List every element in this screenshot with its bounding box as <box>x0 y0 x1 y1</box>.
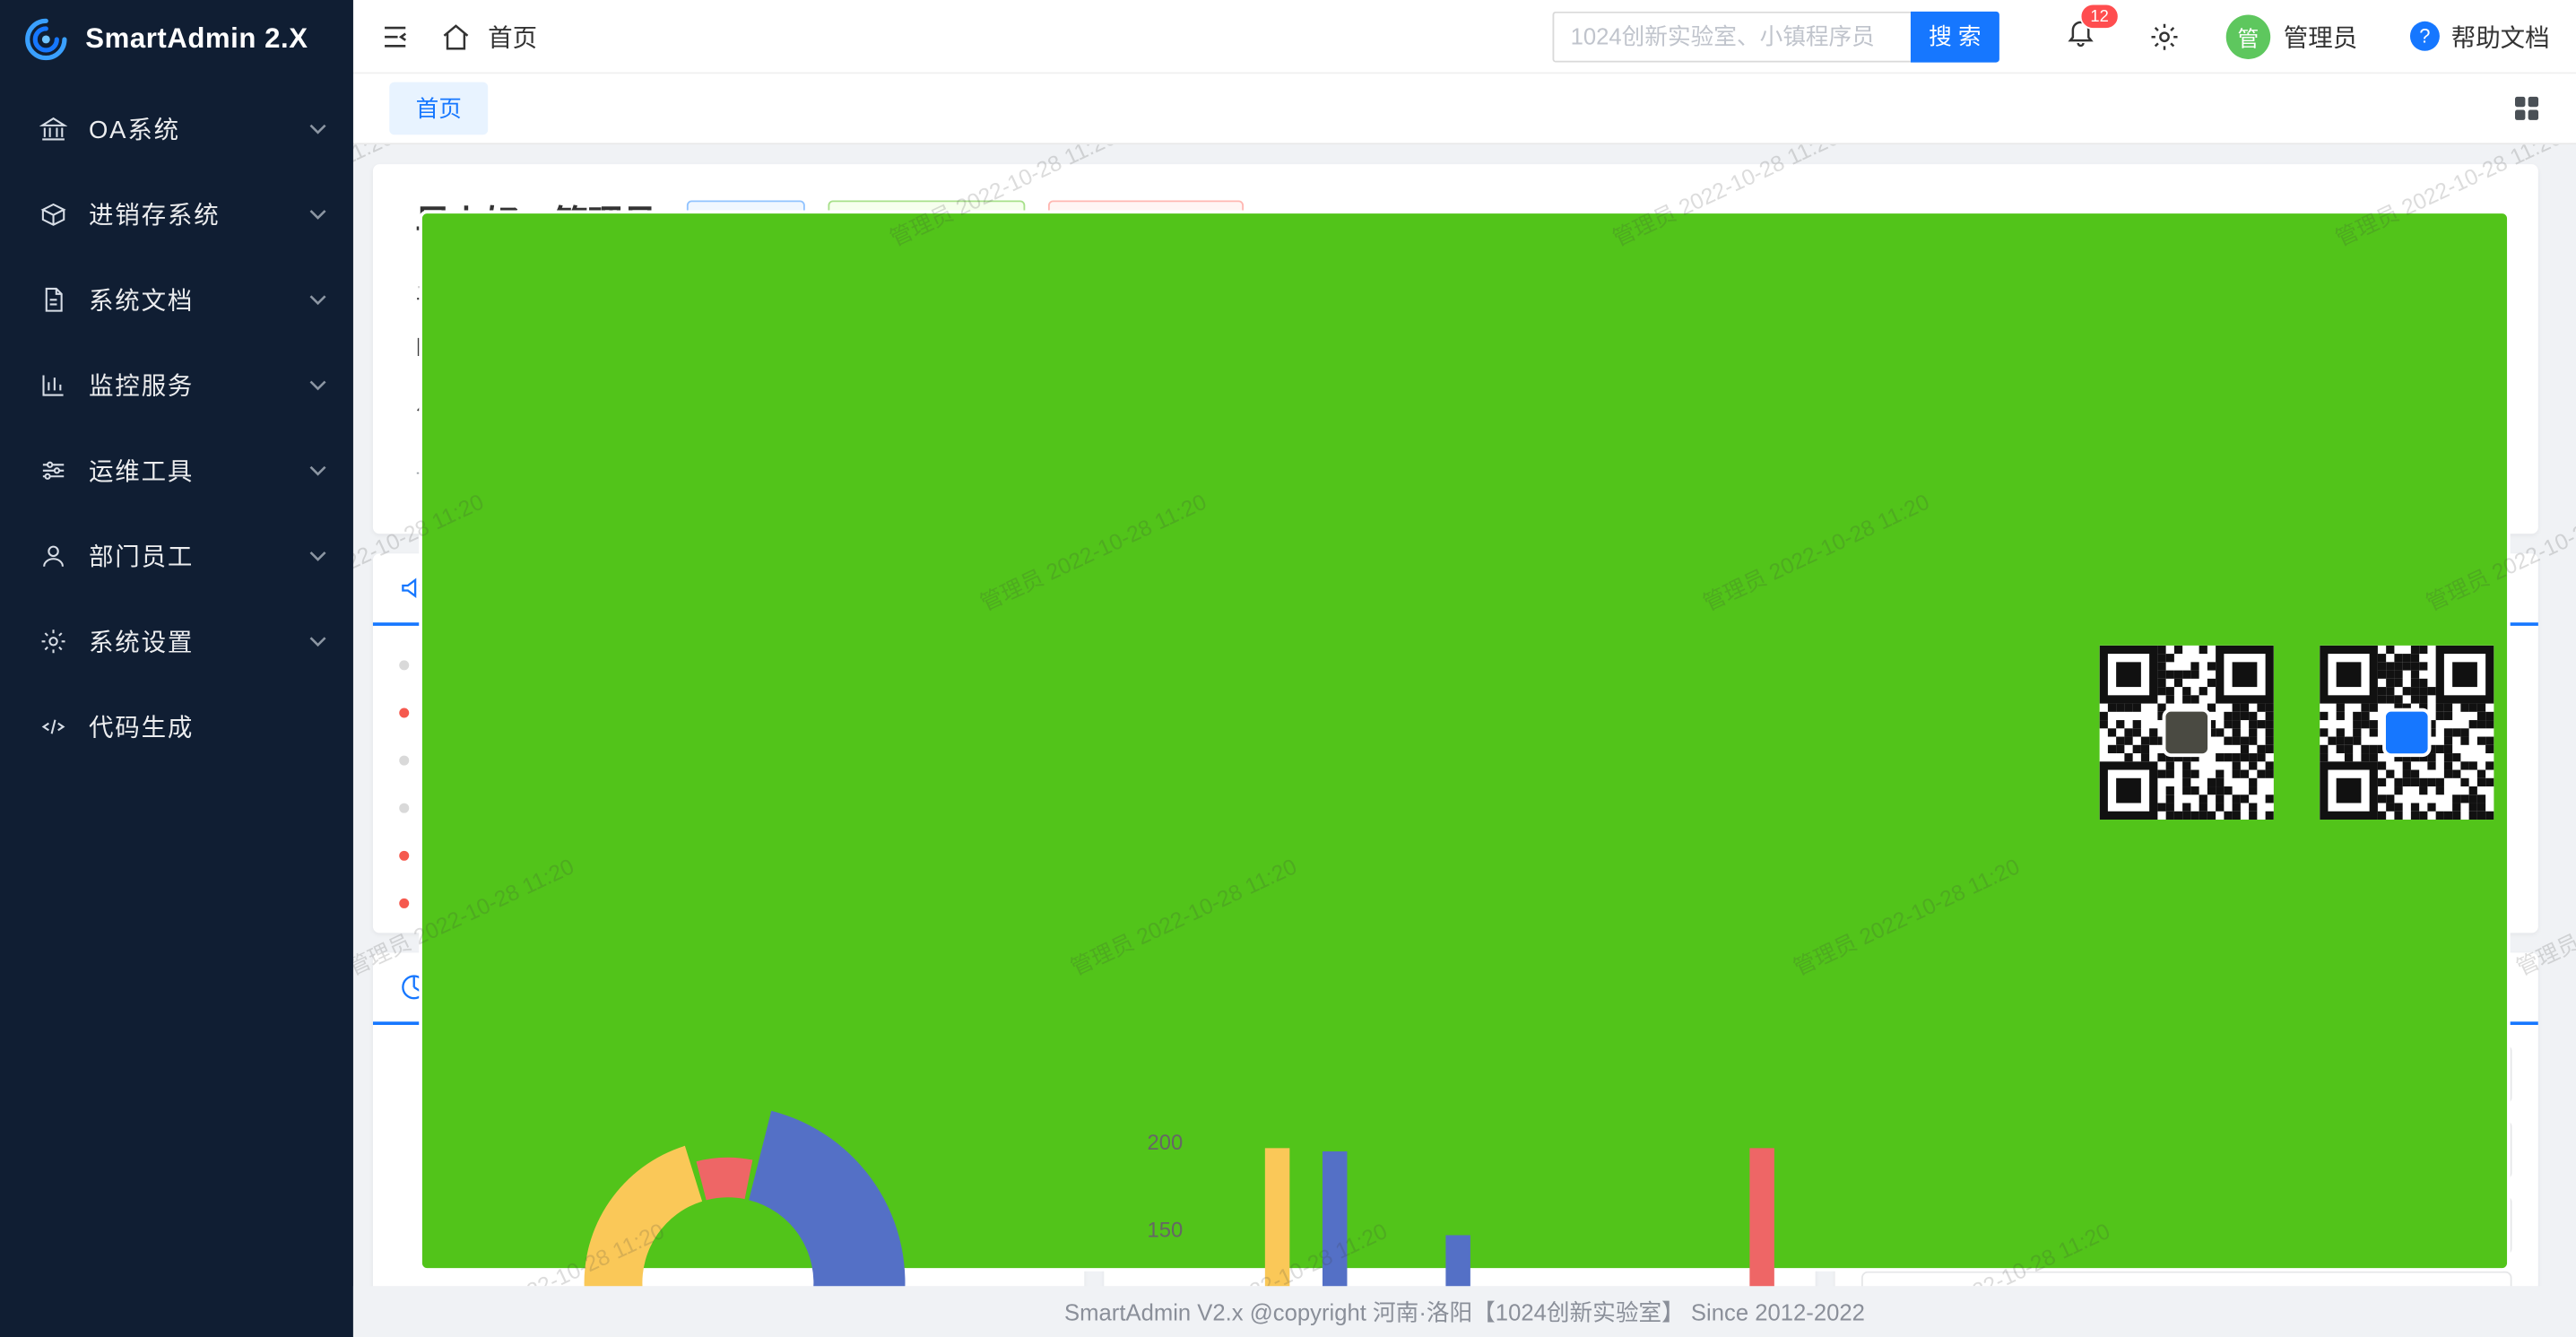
monitor-chart-icon <box>39 370 67 398</box>
chevron-down-icon <box>308 464 326 475</box>
chevron-down-icon <box>308 550 326 561</box>
chevron-down-icon <box>308 635 326 647</box>
sidebar-item-codegen[interactable]: 代码生成 <box>0 683 353 768</box>
breadcrumb[interactable]: 首页 <box>488 19 537 53</box>
logo-icon <box>22 14 71 64</box>
sidebar-item-oa[interactable]: OA系统 <box>0 85 353 170</box>
team-icon <box>39 542 67 569</box>
notification-badge: 12 <box>2080 4 2120 30</box>
sidebar-item-monitor[interactable]: 监控服务 <box>0 342 353 427</box>
code-icon <box>39 712 67 740</box>
topbar: 首页 搜 索 12 管 管理员 帮助文档 <box>353 0 2576 74</box>
chevron-down-icon <box>308 293 326 305</box>
topbar-right: 搜 索 12 管 管理员 帮助文档 <box>1552 11 2576 62</box>
tabbar: 首页 <box>353 74 2576 144</box>
y-axis-tick: 150 <box>1133 1217 1183 1241</box>
qr-code <box>2100 646 2274 820</box>
avatar: 管 <box>2226 14 2270 58</box>
tab-home[interactable]: 首页 <box>389 82 488 135</box>
help-docs[interactable]: 帮助文档 <box>2410 19 2550 53</box>
search-input[interactable] <box>1552 11 1910 62</box>
notifications[interactable]: 12 <box>2065 16 2096 56</box>
inventory-box-icon <box>39 200 67 228</box>
chevron-down-icon <box>308 378 326 390</box>
logo: SmartAdmin 2.X <box>0 0 353 79</box>
chevron-down-icon <box>308 122 326 134</box>
sidebar-item-ops[interactable]: 运维工具 <box>0 427 353 512</box>
chevron-down-icon <box>308 208 326 220</box>
bank-icon <box>39 114 67 142</box>
search-button[interactable]: 搜 索 <box>1911 11 1999 62</box>
sidebar-item-employees[interactable]: 部门员工 <box>0 512 353 597</box>
gear-icon[interactable] <box>2149 21 2181 52</box>
main-content: 早上好，管理员 努力工作 主动 / 皮实 / 可靠 自省 / 精进 / 创新 2… <box>353 144 2576 1337</box>
wechat-card: 添加微信，关注【小镇程序员】、【1024创新实验室】 卓大的微信号! 骚扰卓大 … <box>1835 553 2538 933</box>
global-search: 搜 索 <box>1552 11 1999 62</box>
qr-block-zhuoda: 卓大的微信号! 骚扰卓大 :) <box>1861 646 2072 905</box>
menu-fold-icon[interactable] <box>379 21 411 52</box>
sidebar-item-docs[interactable]: 系统文档 <box>0 256 353 342</box>
question-icon <box>2410 22 2440 51</box>
footer: SmartAdmin V2.x @copyright 河南·洛阳【1024创新实… <box>353 1286 2576 1337</box>
tools-icon <box>39 456 67 483</box>
sidebar-item-inventory[interactable]: 进销存系统 <box>0 170 353 256</box>
home-icon[interactable] <box>440 21 472 52</box>
document-icon <box>39 285 67 313</box>
qr-code <box>2320 646 2494 820</box>
app-window: SmartAdmin 2.X OA系统 进销存系统 系统文档 监控服务 <box>0 0 2576 1337</box>
sidebar: SmartAdmin 2.X OA系统 进销存系统 系统文档 监控服务 <box>0 0 353 1337</box>
user-menu[interactable]: 管 管理员 <box>2226 14 2358 58</box>
y-axis-tick: 200 <box>1133 1130 1183 1154</box>
app-title: SmartAdmin 2.X <box>85 23 308 56</box>
gear-icon <box>39 627 67 655</box>
sidebar-item-settings[interactable]: 系统设置 <box>0 598 353 683</box>
grid-icon[interactable] <box>2513 95 2539 121</box>
sidebar-menu: OA系统 进销存系统 系统文档 监控服务 运维工具 <box>0 79 353 768</box>
username: 管理员 <box>2284 19 2357 53</box>
